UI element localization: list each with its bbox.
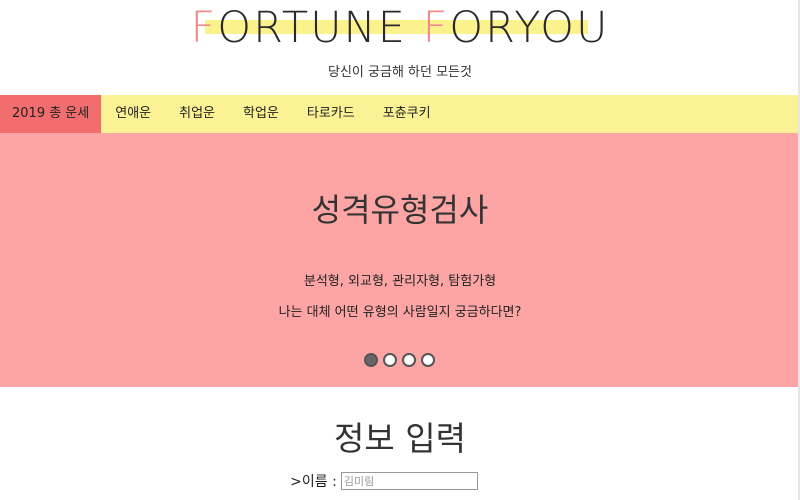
slider-dot-2[interactable]	[383, 353, 397, 367]
name-input[interactable]	[340, 472, 478, 490]
slider-dot-4[interactable]	[421, 353, 435, 367]
logo-letter-f2: F	[422, 3, 450, 53]
nav-item-2019-fortune[interactable]: 2019 총 운세	[0, 95, 102, 133]
nav-item-job[interactable]: 취업운	[165, 95, 229, 133]
logo-text-1: ORTUNE	[217, 3, 423, 53]
main-nav: 2019 총 운세 연애운 취업운 학업운 타로카드 포츈쿠키	[0, 95, 800, 133]
logo-text-2: ORYOU	[449, 3, 610, 53]
nav-item-study[interactable]: 학업운	[229, 95, 293, 133]
name-label: >이름 :	[290, 474, 337, 490]
slider-dot-1[interactable]	[364, 353, 378, 367]
info-section-title: 정보 입력	[334, 419, 466, 458]
nav-item-tarot[interactable]: 타로카드	[293, 95, 369, 133]
slider-dots	[0, 353, 800, 367]
hero-title: 성격유형검사	[311, 191, 489, 229]
hero-types-text: 분석형, 외교형, 관리자형, 탐험가형	[303, 274, 497, 289]
hero-slider: 성격유형검사 분석형, 외교형, 관리자형, 탐험가형 나는 대체 어떤 유형의…	[0, 133, 800, 387]
logo-letter-f1: F	[190, 3, 218, 53]
site-subtitle: 당신이 궁금해 하던 모든것	[328, 65, 472, 80]
hero-question-text: 나는 대체 어떤 유형의 사람일지 궁금하다면?	[278, 305, 522, 320]
site-logo[interactable]: FORTUNE FORYOU	[0, 2, 800, 54]
name-form-row: >이름 :	[0, 471, 800, 491]
nav-item-love[interactable]: 연애운	[101, 95, 165, 133]
nav-item-fortune-cookie[interactable]: 포츈쿠키	[369, 95, 445, 133]
slider-dot-3[interactable]	[402, 353, 416, 367]
site-header: FORTUNE FORYOU 당신이 궁금해 하던 모든것	[0, 0, 800, 95]
